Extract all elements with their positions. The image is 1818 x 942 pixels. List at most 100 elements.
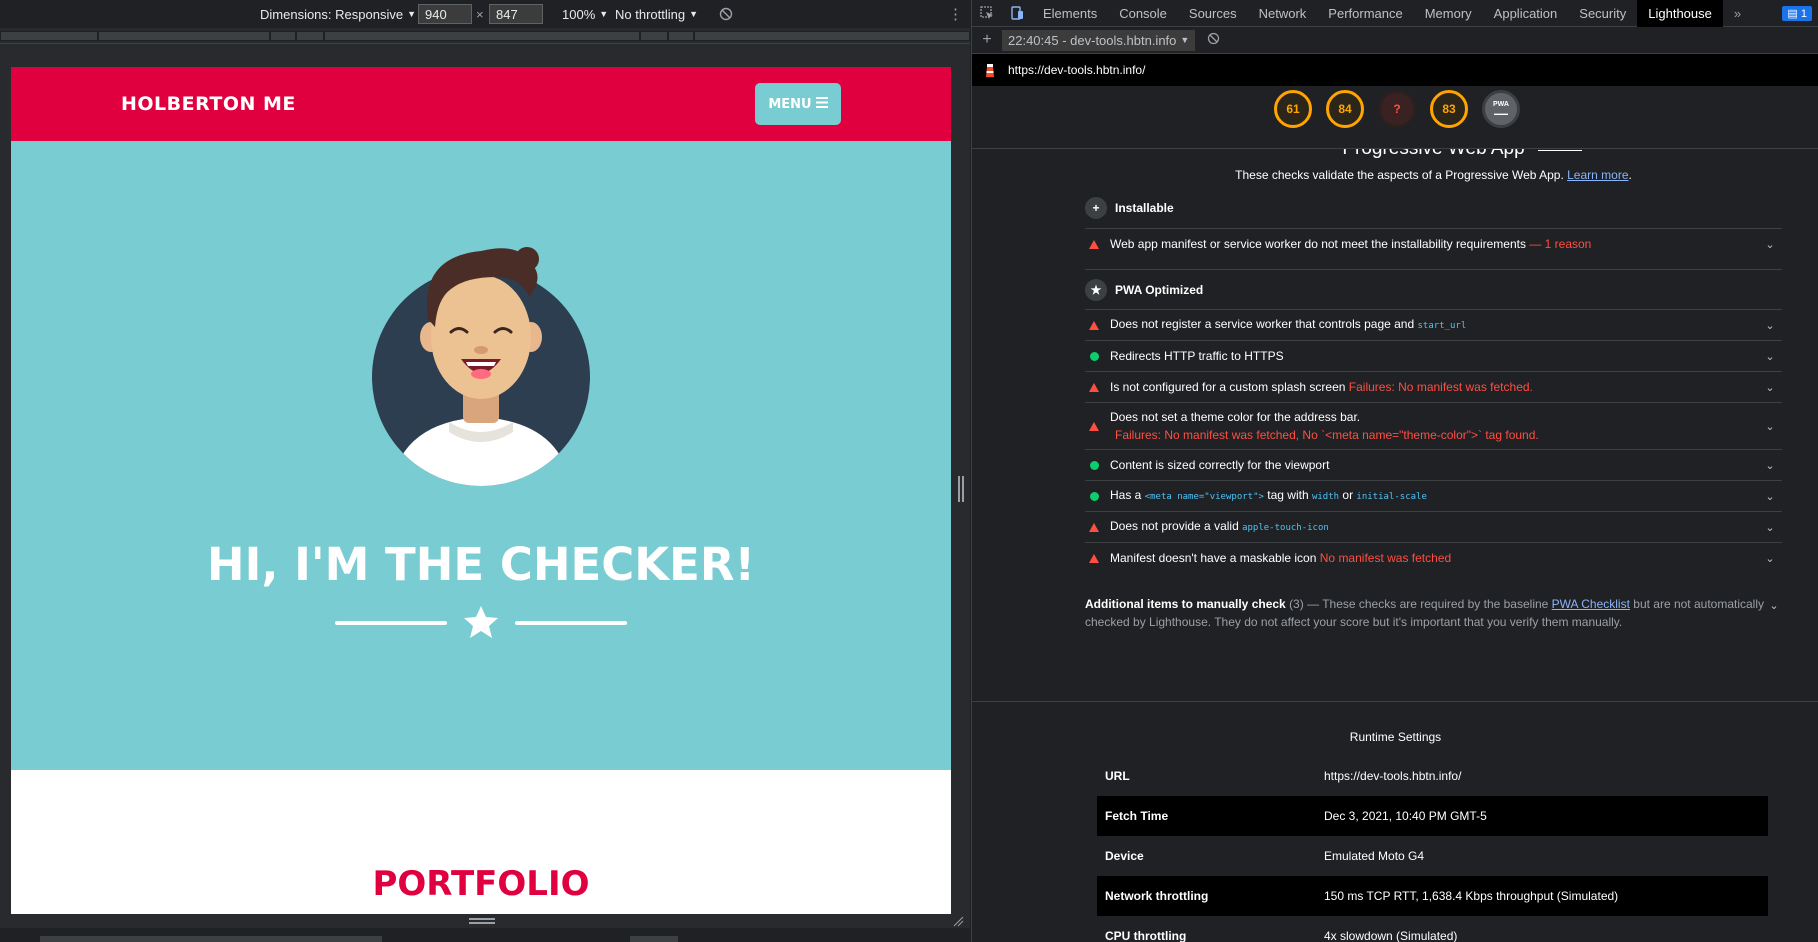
chevron-down-icon[interactable]: ⌄ bbox=[1762, 521, 1778, 534]
tab-console[interactable]: Console bbox=[1108, 0, 1178, 27]
hero-title: HI, I'M THE CHECKER! bbox=[206, 538, 756, 591]
device-toggle-icon[interactable] bbox=[1002, 0, 1032, 27]
row-key: CPU throttling bbox=[1105, 929, 1187, 942]
score-gauge-pwa[interactable]: PWA — bbox=[1482, 90, 1520, 128]
chevron-down-icon[interactable]: ⌄ bbox=[1762, 350, 1778, 363]
more-tabs-icon[interactable]: » bbox=[1723, 0, 1752, 27]
audit-code: <meta name="viewport"> bbox=[1144, 492, 1264, 502]
media-query-ruler bbox=[0, 28, 970, 44]
dimensions-select[interactable]: Dimensions: Responsive ▼ bbox=[260, 0, 416, 28]
chevron-down-icon[interactable]: ⌄ bbox=[1762, 459, 1778, 472]
audit-row[interactable]: Does not provide a valid apple-touch-ico… bbox=[1085, 511, 1782, 542]
star-icon bbox=[464, 606, 498, 638]
report-selector[interactable]: 22:40:45 - dev-tools.hbtn.info ▼ bbox=[1002, 29, 1196, 51]
clear-icon[interactable] bbox=[1207, 32, 1220, 48]
tab-performance[interactable]: Performance bbox=[1317, 0, 1413, 27]
times-sign: × bbox=[476, 6, 484, 22]
plus-circle-icon: + bbox=[1085, 197, 1107, 219]
audit-title: or bbox=[1342, 488, 1354, 502]
score-gauge-accessibility[interactable]: 84 bbox=[1326, 90, 1364, 128]
tab-sources[interactable]: Sources bbox=[1178, 0, 1248, 27]
manual-title: Additional items to manually check bbox=[1085, 597, 1286, 611]
new-report-icon[interactable]: + bbox=[972, 31, 1002, 49]
tab-lighthouse[interactable]: Lighthouse bbox=[1637, 0, 1723, 27]
score-gauge-best-practices[interactable]: ? bbox=[1378, 90, 1416, 128]
learn-more-link[interactable]: Learn more bbox=[1567, 168, 1628, 182]
more-options-icon[interactable]: ⋮ bbox=[948, 0, 963, 28]
screen: Dimensions: Responsive ▼ 940 × 847 100% … bbox=[0, 0, 1818, 942]
audit-row[interactable]: Does not set a theme color for the addre… bbox=[1085, 402, 1782, 449]
audit-row[interactable]: Has a <meta name="viewport"> tag with wi… bbox=[1085, 480, 1782, 511]
site-brand[interactable]: HOLBERTON ME bbox=[121, 93, 296, 115]
issues-badge[interactable]: ▤ 1 bbox=[1782, 5, 1812, 21]
runtime-settings: Runtime Settings URL https://dev-tools.h… bbox=[972, 701, 1818, 942]
audit-row[interactable]: Is not configured for a custom splash sc… bbox=[1085, 371, 1782, 402]
audit-title: tag with bbox=[1267, 488, 1309, 502]
chevron-down-icon[interactable]: ⌄ bbox=[1762, 319, 1778, 332]
tab-application[interactable]: Application bbox=[1483, 0, 1569, 27]
audit-row[interactable]: Manifest doesn't have a maskable icon No… bbox=[1085, 542, 1782, 573]
audit-row[interactable]: Content is sized correctly for the viewp… bbox=[1085, 449, 1782, 480]
fail-triangle-icon bbox=[1089, 553, 1099, 563]
audit-code: start_url bbox=[1417, 321, 1467, 331]
table-row: URL https://dev-tools.hbtn.info/ bbox=[1097, 756, 1768, 796]
audit-code: initial-scale bbox=[1356, 492, 1427, 502]
tab-security[interactable]: Security bbox=[1568, 0, 1637, 27]
tab-network[interactable]: Network bbox=[1248, 0, 1318, 27]
chevron-down-icon[interactable]: ⌄ bbox=[1762, 490, 1778, 503]
group-title: PWA Optimized bbox=[1115, 282, 1204, 297]
throttling-select[interactable]: No throttling ▼ bbox=[615, 0, 698, 28]
audit-extra: — 1 reason bbox=[1529, 237, 1592, 251]
rotate-icon[interactable] bbox=[719, 0, 733, 28]
audit-row[interactable]: Web app manifest or service worker do no… bbox=[1085, 228, 1782, 259]
audit-title: Does not provide a valid bbox=[1110, 519, 1239, 533]
height-input[interactable]: 847 bbox=[489, 4, 543, 24]
category-title: Progressive Web App bbox=[1085, 149, 1782, 160]
tab-elements[interactable]: Elements bbox=[1032, 0, 1108, 27]
width-input[interactable]: 940 bbox=[418, 4, 472, 24]
resize-handle-right[interactable] bbox=[958, 476, 964, 502]
audit-title: Redirects HTTP traffic to HTTPS bbox=[1110, 349, 1284, 363]
pass-dot-icon bbox=[1090, 351, 1099, 361]
group-title: Installable bbox=[1115, 201, 1174, 215]
group-pwa-optimized: ★ PWA Optimized bbox=[1085, 269, 1782, 309]
fail-triangle-icon bbox=[1089, 239, 1099, 249]
audit-row[interactable]: Redirects HTTP traffic to HTTPS ⌄ bbox=[1085, 340, 1782, 371]
menu-label: MENU bbox=[768, 96, 812, 112]
resize-handle-bottom[interactable] bbox=[11, 914, 951, 928]
horizontal-scrollbar[interactable] bbox=[0, 928, 970, 942]
menu-button[interactable]: MENU bbox=[755, 83, 841, 125]
chevron-down-icon[interactable]: ⌄ bbox=[1766, 595, 1782, 631]
inspect-element-icon[interactable] bbox=[972, 0, 1002, 27]
device-emulation-area: Dimensions: Responsive ▼ 940 × 847 100% … bbox=[0, 0, 970, 942]
hero-section: HI, I'M THE CHECKER! bbox=[11, 141, 951, 770]
audit-title: Content is sized correctly for the viewp… bbox=[1110, 458, 1330, 472]
pwa-checklist-link[interactable]: PWA Checklist bbox=[1552, 597, 1630, 611]
table-row: CPU throttling 4x slowdown (Simulated) bbox=[1097, 916, 1768, 942]
chevron-down-icon[interactable]: ⌄ bbox=[1762, 381, 1778, 394]
table-row: Device Emulated Moto G4 bbox=[1097, 836, 1768, 876]
tab-memory[interactable]: Memory bbox=[1414, 0, 1483, 27]
row-value: Dec 3, 2021, 10:40 PM GMT-5 bbox=[1324, 809, 1487, 823]
devtools-panel: Elements Console Sources Network Perform… bbox=[971, 0, 1818, 942]
score-gauge-seo[interactable]: 83 bbox=[1430, 90, 1468, 128]
portfolio-section: PORTFOLIO bbox=[11, 770, 951, 914]
fail-triangle-icon bbox=[1089, 320, 1099, 330]
audit-row[interactable]: Does not register a service worker that … bbox=[1085, 309, 1782, 340]
fail-triangle-icon bbox=[1089, 382, 1099, 392]
report-body: Progressive Web App These checks validat… bbox=[972, 148, 1818, 942]
chevron-down-icon[interactable]: ⌄ bbox=[1762, 420, 1778, 433]
zoom-select[interactable]: 100% ▼ bbox=[562, 0, 608, 28]
score-gauge-performance[interactable]: 61 bbox=[1274, 90, 1312, 128]
manual-count: (3) bbox=[1289, 597, 1304, 611]
throttling-label: No throttling bbox=[615, 6, 686, 22]
report-url[interactable]: https://dev-tools.hbtn.info/ bbox=[1008, 63, 1145, 77]
chevron-down-icon: ▼ bbox=[1180, 35, 1190, 45]
chevron-down-icon: ▼ bbox=[599, 9, 609, 19]
chevron-down-icon[interactable]: ⌄ bbox=[1762, 238, 1778, 251]
row-value: https://dev-tools.hbtn.info/ bbox=[1324, 769, 1462, 783]
pass-dot-icon bbox=[1090, 491, 1099, 501]
chevron-down-icon[interactable]: ⌄ bbox=[1762, 552, 1778, 565]
manual-checks[interactable]: Additional items to manually check (3) —… bbox=[1085, 595, 1782, 631]
row-value: 150 ms TCP RTT, 1,638.4 Kbps throughput … bbox=[1324, 889, 1619, 903]
